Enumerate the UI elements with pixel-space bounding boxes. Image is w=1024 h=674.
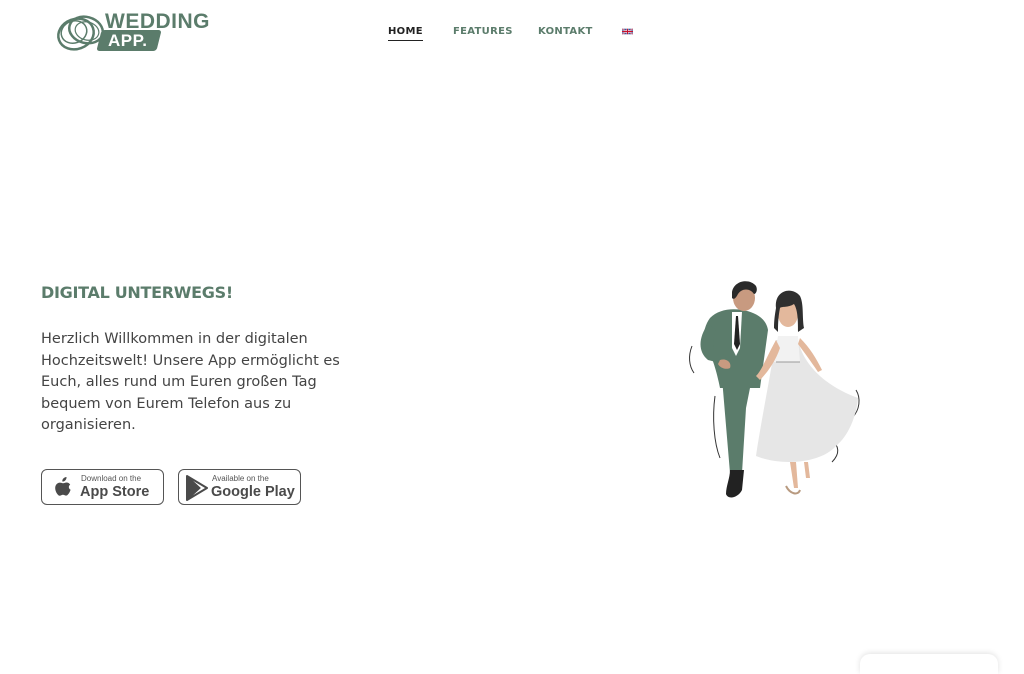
nav-home[interactable]: HOME [388, 26, 423, 41]
nav-home-label: HOME [388, 26, 423, 37]
apple-icon [55, 477, 71, 496]
app-store-big-text: App Store [80, 484, 150, 500]
wedding-app-logo[interactable]: WEDDING APP. [54, 10, 210, 54]
nav-features[interactable]: FEATURES [453, 26, 513, 37]
app-store-button[interactable]: Download on the App Store [41, 469, 164, 505]
logo-word-app: APP. [108, 31, 148, 50]
nav-kontakt[interactable]: KONTAKT [538, 26, 593, 37]
google-play-button[interactable]: Available on the Google Play [178, 469, 301, 505]
active-underline [388, 40, 423, 41]
hero-text: Herzlich Willkommen in der digitalen Hoc… [41, 331, 340, 433]
wedding-couple-illustration [689, 281, 860, 498]
app-store-small-text: Download on the [81, 474, 142, 483]
uk-flag-icon[interactable] [622, 28, 633, 35]
hero-title: DIGITAL UNTERWEGS! [41, 283, 233, 302]
chat-widget-tab[interactable] [860, 654, 998, 674]
nav-features-label: FEATURES [453, 26, 513, 37]
play-triangle-icon [186, 475, 208, 501]
nav-kontakt-label: KONTAKT [538, 26, 593, 37]
google-play-small-text: Available on the [212, 474, 269, 483]
google-play-big-text: Google Play [211, 484, 295, 500]
